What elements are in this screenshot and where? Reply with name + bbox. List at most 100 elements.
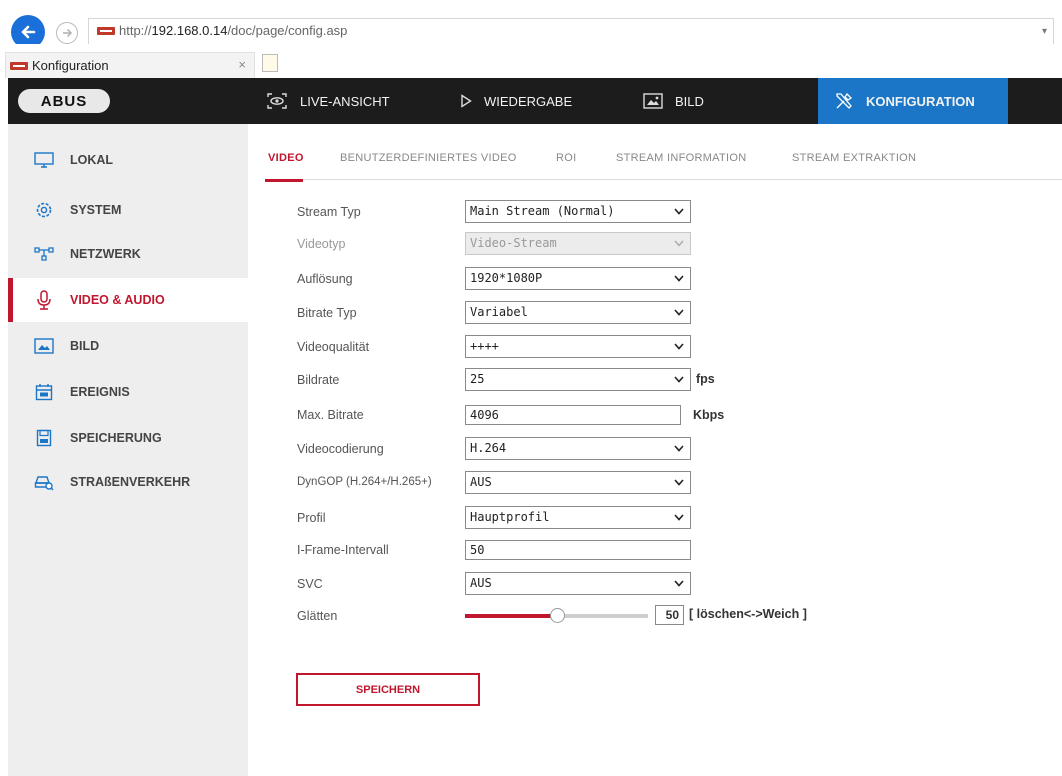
browser-tab-row: Konfiguration × <box>0 44 1062 78</box>
videocodierung-value: H.264 <box>470 441 507 455</box>
videocodierung-label: Videocodierung <box>297 442 384 456</box>
bitrate-typ-select[interactable]: Variabel <box>465 301 691 324</box>
tab-video[interactable]: VIDEO <box>268 152 304 164</box>
iframe-intervall-input[interactable]: 50 <box>465 540 691 560</box>
sidebar-item-label: LOKAL <box>70 153 114 167</box>
sidebar-item-speicherung[interactable]: SPEICHERUNG <box>8 416 248 460</box>
calendar-icon <box>32 383 56 401</box>
videoqualitaet-value: ++++ <box>470 339 499 353</box>
tab-stream-extraktion[interactable]: STREAM EXTRAKTION <box>792 152 916 164</box>
tools-icon <box>834 91 854 111</box>
monitor-icon <box>32 152 56 168</box>
sidebar-item-label: SYSTEM <box>70 203 122 217</box>
chevron-down-icon <box>674 438 684 459</box>
sidebar-item-ereignis[interactable]: EREIGNIS <box>8 370 248 414</box>
chevron-down-icon <box>674 268 684 289</box>
nav-konfiguration[interactable]: KONFIGURATION <box>818 78 1008 124</box>
subtab-bar: VIDEO BENUTZERDEFINIERTES VIDEO ROI STRE… <box>265 148 1062 180</box>
sidebar-item-bild[interactable]: BILD <box>8 324 248 368</box>
nav-wiedergabe-label: WIEDERGABE <box>484 93 573 109</box>
glaetten-slider-thumb[interactable] <box>550 608 565 623</box>
storage-icon <box>32 429 56 447</box>
sidebar-item-label: STRAßENVERKEHR <box>70 475 191 489</box>
tab-close-icon[interactable]: × <box>238 57 246 72</box>
videotyp-select: Video-Stream <box>465 232 691 255</box>
sidebar-item-video-audio[interactable]: VIDEO & AUDIO <box>8 278 248 322</box>
bildrate-select[interactable]: 25 <box>465 368 691 391</box>
aufloesung-value: 1920*1080P <box>470 271 543 285</box>
stream-typ-value: Main Stream (Normal) <box>470 204 615 218</box>
tab-stream-information[interactable]: STREAM INFORMATION <box>616 152 746 164</box>
videoqualitaet-label: Videoqualität <box>297 340 370 354</box>
glaetten-value[interactable]: 50 <box>655 605 684 625</box>
sidebar-item-system[interactable]: SYSTEM <box>8 188 248 232</box>
save-button[interactable]: SPEICHERN <box>296 673 480 706</box>
image-icon <box>32 338 56 354</box>
nav-konfiguration-label: KONFIGURATION <box>866 93 975 109</box>
videocodierung-select[interactable]: H.264 <box>465 437 691 460</box>
sidebar-item-netzwerk[interactable]: NETZWERK <box>8 232 248 276</box>
app-header: ABUS LIVE-ANSICHT WIEDERGABE BILD KONFIG… <box>8 78 1062 124</box>
bildrate-label: Bildrate <box>297 373 340 387</box>
vehicle-search-icon <box>32 473 56 491</box>
bildrate-unit: fps <box>696 372 715 386</box>
url-dropdown-icon[interactable]: ▾ <box>1042 26 1047 37</box>
max-bitrate-input[interactable]: 4096 <box>465 405 681 425</box>
svc-label: SVC <box>297 577 323 591</box>
nav-bild[interactable]: BILD <box>643 78 704 124</box>
videoqualitaet-select[interactable]: ++++ <box>465 335 691 358</box>
abus-logo: ABUS <box>18 89 110 113</box>
sidebar: LOKAL SYSTEM NETZWERK VIDEO & AUDIO BILD… <box>8 124 248 776</box>
nav-live-ansicht[interactable]: LIVE-ANSICHT <box>266 78 390 124</box>
sidebar-item-label: NETZWERK <box>70 247 141 261</box>
stream-typ-select[interactable]: Main Stream (Normal) <box>465 200 691 223</box>
svc-select[interactable]: AUS <box>465 572 691 595</box>
new-tab-icon[interactable] <box>262 54 278 72</box>
glaetten-label: Glätten <box>297 609 338 623</box>
glaetten-slider[interactable] <box>465 608 648 623</box>
videotyp-value: Video-Stream <box>470 236 557 250</box>
dyngop-value: AUS <box>470 475 492 489</box>
nav-live-ansicht-label: LIVE-ANSICHT <box>300 93 390 109</box>
videotyp-label: Videotyp <box>297 237 346 251</box>
microphone-icon <box>32 290 56 310</box>
url-text: http://192.168.0.14/doc/page/config.asp <box>119 23 348 38</box>
dyngop-label: DynGOP (H.264+/H.265+) <box>297 476 432 488</box>
nav-bild-label: BILD <box>675 93 704 109</box>
profil-select[interactable]: Hauptprofil <box>465 506 691 529</box>
gear-icon <box>32 201 56 219</box>
sidebar-item-label: EREIGNIS <box>70 385 130 399</box>
url-field[interactable]: http://192.168.0.14/doc/page/config.asp … <box>88 18 1054 44</box>
profil-value: Hauptprofil <box>470 510 550 524</box>
max-bitrate-label: Max. Bitrate <box>297 408 364 422</box>
iframe-intervall-value: 50 <box>470 543 485 557</box>
svc-value: AUS <box>470 576 492 590</box>
image-icon <box>643 93 663 109</box>
chevron-down-icon <box>674 201 684 222</box>
aufloesung-select[interactable]: 1920*1080P <box>465 267 691 290</box>
nav-wiedergabe[interactable]: WIEDERGABE <box>460 78 572 124</box>
tab-roi[interactable]: ROI <box>556 152 576 164</box>
sidebar-item-lokal[interactable]: LOKAL <box>8 138 248 182</box>
bildrate-value: 25 <box>470 372 485 386</box>
chevron-down-icon <box>674 573 684 594</box>
max-bitrate-unit: Kbps <box>693 408 725 422</box>
glaetten-slider-fill <box>465 614 557 618</box>
dyngop-select[interactable]: AUS <box>465 471 691 494</box>
tab-favicon-icon <box>10 62 28 70</box>
browser-tab[interactable]: Konfiguration × <box>5 52 255 78</box>
active-tab-indicator <box>265 179 303 182</box>
bitrate-typ-value: Variabel <box>470 305 528 319</box>
tab-benutzerdefiniertes-video[interactable]: BENUTZERDEFINIERTES VIDEO <box>340 152 517 164</box>
arrow-right-icon <box>63 28 73 38</box>
chevron-down-icon <box>674 233 684 254</box>
aufloesung-label: Auflösung <box>297 272 353 286</box>
browser-address-bar: http://192.168.0.14/doc/page/config.asp … <box>0 0 1062 49</box>
chevron-down-icon <box>674 336 684 357</box>
camera-icon <box>266 92 288 110</box>
sidebar-item-label: SPEICHERUNG <box>70 431 162 445</box>
forward-button[interactable] <box>56 22 78 44</box>
sidebar-item-strassenverkehr[interactable]: STRAßENVERKEHR <box>8 460 248 504</box>
max-bitrate-value: 4096 <box>470 408 499 422</box>
tab-title: Konfiguration <box>32 58 109 73</box>
